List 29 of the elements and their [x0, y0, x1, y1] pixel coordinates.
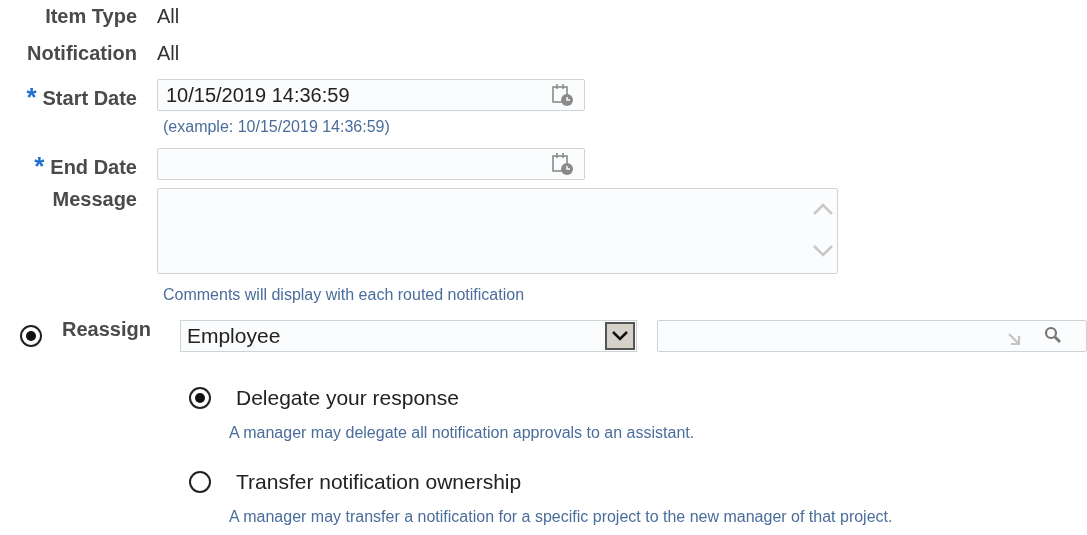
date-field[interactable]: 10/15/2019 14:36:59 — [157, 79, 585, 111]
required-mark: * — [34, 156, 45, 176]
corner-arrow-icon — [1007, 332, 1021, 346]
calendar-icon[interactable] — [551, 83, 575, 107]
field-value: All — [157, 42, 180, 64]
hint-text: Comments will display with each routed notification — [163, 286, 526, 304]
reassign-label: Reassign — [62, 317, 151, 341]
radio-button[interactable] — [189, 471, 211, 493]
lookup-field[interactable] — [657, 320, 1087, 352]
option-label: Delegate your response — [236, 386, 459, 410]
option-description: A manager may delegate all notification approvals to an assistant. — [229, 424, 696, 442]
search-icon[interactable] — [1044, 326, 1062, 344]
field-label: Notification — [27, 42, 137, 65]
field-label: Start Date — [42, 87, 137, 110]
message-field[interactable] — [157, 188, 838, 274]
field-value: All — [157, 5, 180, 27]
type-dropdown[interactable]: Employee — [179, 320, 637, 352]
radio-button[interactable] — [20, 325, 42, 347]
option-label: Transfer notification ownership — [236, 470, 522, 494]
date-field[interactable] — [157, 148, 585, 180]
chevron-down-icon — [612, 331, 628, 341]
hint-text: (example: 10/15/2019 14:36:59) — [163, 118, 391, 136]
option-description: A manager may transfer a notification for a specific project to the new manager of that project. — [229, 508, 894, 526]
calendar-icon[interactable] — [551, 152, 575, 176]
field-label: Message — [52, 188, 137, 211]
field-label: End Date — [50, 156, 137, 179]
required-mark: * — [26, 87, 37, 107]
radio-button[interactable] — [189, 387, 211, 409]
field-label: Item Type — [45, 5, 137, 28]
